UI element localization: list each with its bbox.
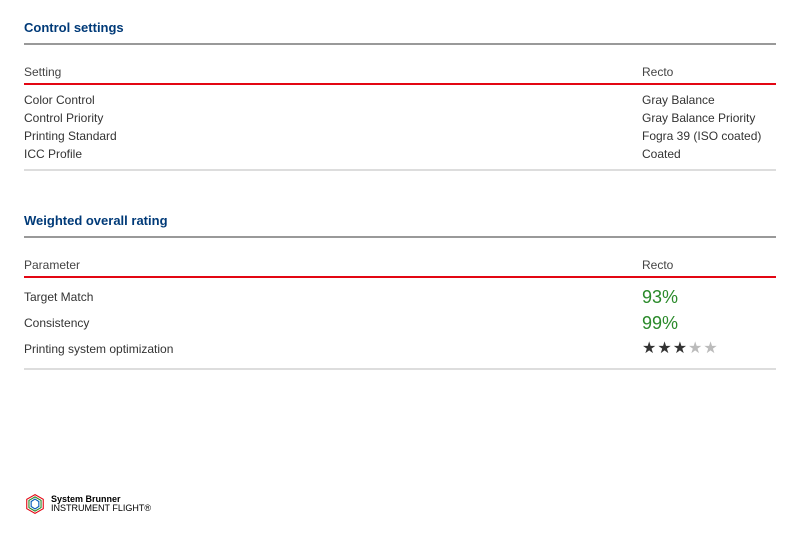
parameter-name: Target Match bbox=[24, 290, 642, 304]
setting-value: Coated bbox=[642, 147, 776, 161]
setting-name: Control Priority bbox=[24, 111, 642, 125]
table-row: Printing system optimization★★★★★ bbox=[24, 334, 776, 360]
table-header-row: Setting Recto bbox=[24, 65, 776, 85]
brand-line2: INSTRUMENT FLIGHT® bbox=[51, 504, 151, 513]
control-settings-table: Setting Recto Color ControlGray BalanceC… bbox=[24, 65, 776, 171]
table-row: Consistency99% bbox=[24, 308, 776, 334]
rating-table: Parameter Recto Target Match93%Consisten… bbox=[24, 258, 776, 370]
parameter-name: Consistency bbox=[24, 316, 642, 330]
star-filled-icon: ★ bbox=[673, 340, 688, 357]
percentage-value: 99% bbox=[642, 312, 776, 334]
table-row: Color ControlGray Balance bbox=[24, 85, 776, 107]
star-filled-icon: ★ bbox=[657, 340, 672, 357]
col-header-recto: Recto bbox=[642, 65, 776, 79]
setting-value: Gray Balance bbox=[642, 93, 776, 107]
percentage-value: 93% bbox=[642, 286, 776, 308]
divider bbox=[24, 368, 776, 370]
setting-name: Color Control bbox=[24, 93, 642, 107]
star-rating: ★★★★★ bbox=[642, 338, 776, 360]
divider bbox=[24, 236, 776, 238]
setting-name: Printing Standard bbox=[24, 129, 642, 143]
parameter-name: Printing system optimization bbox=[24, 342, 642, 356]
star-empty-icon: ★ bbox=[688, 340, 703, 357]
col-header-parameter: Parameter bbox=[24, 258, 642, 272]
brand-logo: System Brunner INSTRUMENT FLIGHT® bbox=[24, 493, 151, 515]
weighted-rating-section: Weighted overall rating Parameter Recto … bbox=[24, 213, 776, 370]
table-header-row: Parameter Recto bbox=[24, 258, 776, 278]
setting-value: Fogra 39 (ISO coated) bbox=[642, 129, 776, 143]
section-title: Control settings bbox=[24, 20, 776, 35]
star-filled-icon: ★ bbox=[642, 340, 657, 357]
setting-value: Gray Balance Priority bbox=[642, 111, 776, 125]
col-header-recto: Recto bbox=[642, 258, 776, 272]
table-row: Control PriorityGray Balance Priority bbox=[24, 107, 776, 125]
star-empty-icon: ★ bbox=[703, 340, 718, 357]
section-title: Weighted overall rating bbox=[24, 213, 776, 228]
divider bbox=[24, 43, 776, 45]
brand-text: System Brunner INSTRUMENT FLIGHT® bbox=[51, 495, 151, 514]
table-row: Printing StandardFogra 39 (ISO coated) bbox=[24, 125, 776, 143]
hexagon-icon bbox=[24, 493, 46, 515]
table-row: Target Match93% bbox=[24, 278, 776, 308]
table-row: ICC ProfileCoated bbox=[24, 143, 776, 161]
col-header-setting: Setting bbox=[24, 65, 642, 79]
setting-name: ICC Profile bbox=[24, 147, 642, 161]
control-settings-section: Control settings Setting Recto Color Con… bbox=[24, 20, 776, 171]
